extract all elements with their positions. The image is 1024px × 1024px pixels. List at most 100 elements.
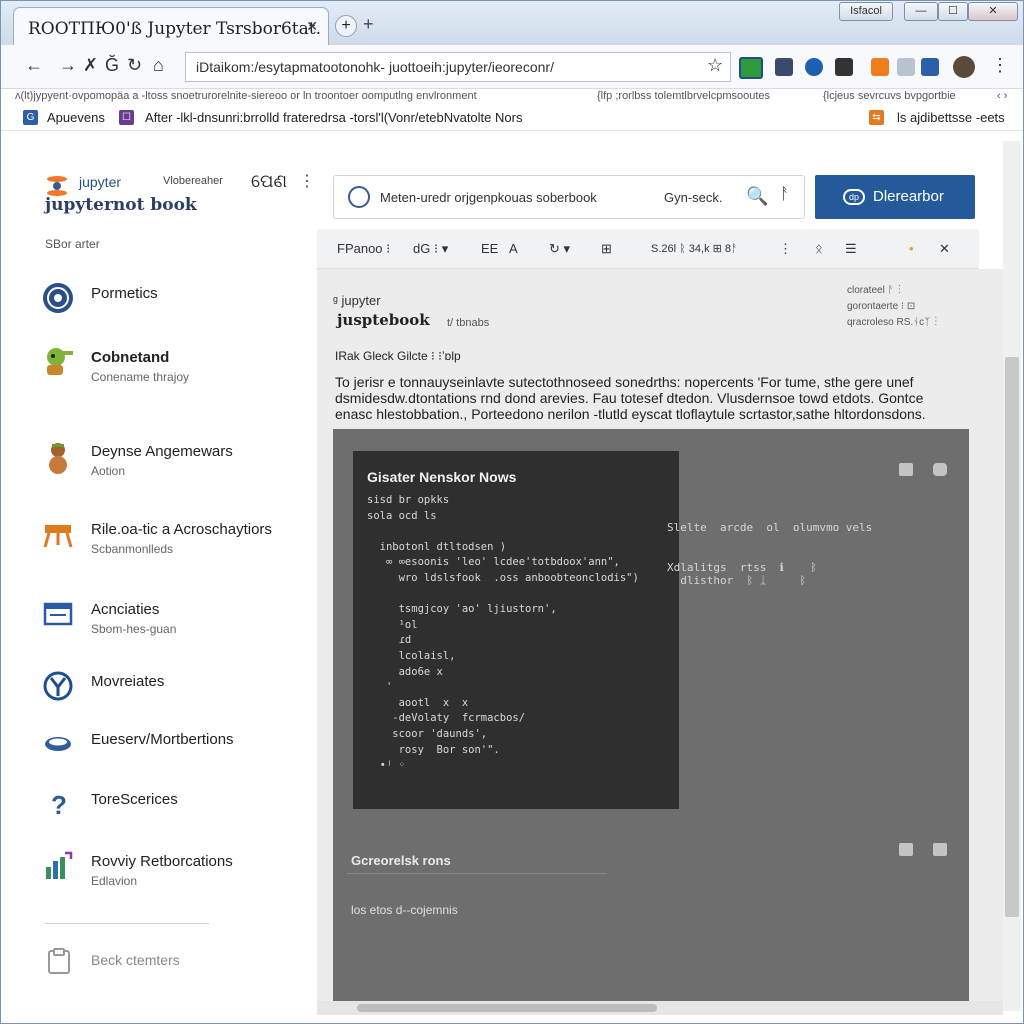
code-panel-title: Gisater Nenskor Nows (367, 469, 517, 485)
extension-eye-icon[interactable] (805, 58, 823, 76)
profile-button[interactable]: Isfacol (839, 2, 893, 21)
bookmark-star-icon[interactable]: ☆ (707, 55, 723, 76)
notebook-meta-1: clorateel ᚨ ⁝ (847, 285, 903, 296)
sidebar-item-acnciaties[interactable]: Acnciaties Sbom-hes-guan (41, 595, 311, 651)
minimize-button[interactable]: — (904, 2, 938, 21)
sidebar-item-title: Rile.oa-tic a Acroschaytiors (91, 521, 272, 538)
new-tab-button[interactable]: + (335, 15, 357, 37)
back-icon[interactable]: ← (25, 55, 43, 76)
sidebar-item-rile[interactable]: Rile.oa-tic a Acroschaytiors Scbanmonlle… (41, 515, 311, 571)
edit-icon[interactable]: ✗ (83, 55, 98, 76)
vertical-scroll-thumb[interactable] (1005, 357, 1019, 917)
bookmark-item-2[interactable]: After -lkl-dnsunri:brrolld frateredrsa -… (145, 110, 522, 125)
sidebar-item-subtitle: Scbanmonlleds (91, 542, 174, 556)
cell-image-icon[interactable] (899, 843, 913, 856)
bookmark-square-icon[interactable]: ☐ (119, 110, 134, 125)
figure-icon (49, 443, 67, 474)
notebook-meta-2: gorontaerte ⁝ ⊡ (847, 301, 916, 312)
toolbar-text-icon[interactable]: A (509, 241, 518, 256)
extension-doc-icon[interactable] (897, 58, 915, 76)
back-button[interactable]: Beck ctemters (45, 947, 245, 977)
sidebar-item-movreiates[interactable]: Movreiates (41, 667, 311, 723)
maximize-button[interactable]: ☐ (938, 2, 968, 21)
code-block[interactable]: sisd br opkks sola ocd ls inbotonl dtlto… (367, 493, 639, 774)
search-hint: Gyn-seck. (664, 190, 723, 205)
bookmarks-bar: G Apuevens ☐ After -lkl-dnsunri:brrolld … (1, 105, 1023, 131)
sidebar-item-title: Acnciaties (91, 601, 160, 618)
extension-orange-icon[interactable] (871, 58, 889, 76)
search-clear-icon[interactable]: ᚨ (780, 186, 790, 204)
cell-side-text-1: Slelte arcde ol olumvmo vels (667, 521, 873, 534)
home-icon[interactable]: ⌂ (153, 55, 164, 76)
sidebar-menu-icon[interactable]: ⋮ (299, 171, 315, 191)
profile-avatar-icon[interactable] (953, 56, 975, 78)
toolbar-file-menu[interactable]: FPanoo ⁝ (337, 241, 390, 257)
sidebar-item-torescerices[interactable]: ? ToreScerices (41, 785, 311, 841)
close-window-button[interactable]: ✕ (968, 2, 1018, 21)
horizontal-scrollbar[interactable] (317, 1001, 1003, 1015)
plus-icon[interactable]: + (363, 14, 374, 35)
section-label: SBor arter (45, 237, 100, 251)
sidebar-item-deynse[interactable]: Deynse Angemewars Aotion (41, 437, 311, 493)
toolbar-more-icon[interactable]: ⋮ (779, 241, 792, 257)
notebook-title: jusptebook (337, 311, 430, 329)
cell-footer-title: Gcreorelsk rons (351, 853, 451, 868)
toolbar-table-icon[interactable]: ⊞ (601, 241, 612, 257)
search-bar[interactable]: Meten-uredr orjgenpkouas soberbook Gyn-s… (333, 175, 805, 219)
disc-icon (43, 283, 73, 313)
sidebar-item-title: Deynse Angemewars (91, 443, 233, 460)
bookmark-item-1[interactable]: Apuevens (47, 110, 105, 125)
title-bar: ROOTПЮ0'ß Jupyter Tsrsbor6tat. ✕ + + Isf… (1, 1, 1023, 45)
sidebar-divider (45, 923, 209, 924)
creature-icon (47, 348, 73, 375)
forward-icon[interactable]: → (59, 55, 77, 76)
sidebar-item-cobnetand[interactable]: Cobnetand Conename thrajoy (41, 343, 311, 399)
sidebar-item-title: Movreiates (91, 673, 165, 690)
search-icon[interactable]: 🔍 (746, 186, 768, 207)
tab-close-icon[interactable]: ✕ (306, 18, 318, 35)
notebook-toolbar: FPanoo ⁝ dG ⁝ ▾ EE A ↻ ▾ ⊞ S.26l ᚱ 34,k … (317, 229, 979, 269)
sidebar: jupyter jupyternot book Vlobereaher ପେଣ … (1, 131, 315, 1023)
svg-text:?: ? (51, 790, 67, 820)
toolbar-list-icon[interactable]: ☰ (845, 241, 857, 257)
navigation-bar: ← → ✗ Ğ ↻ ⌂ iDtaikom:/esytapmatootonohk-… (1, 45, 1023, 89)
browser-tab[interactable]: ROOTПЮ0'ß Jupyter Tsrsbor6tat. ✕ (13, 7, 329, 45)
toolbar-refresh-icon[interactable]: ↻ ▾ (549, 241, 570, 257)
toolbar-grid-icon[interactable]: EE (481, 241, 498, 256)
extension-bar-icon[interactable] (835, 58, 853, 76)
refresh-icon[interactable]: ↻ (127, 55, 142, 76)
toolbar-status-dot-icon: • (909, 241, 914, 256)
sidebar-item-title: Eueserv/Mortbertions (91, 731, 234, 748)
primary-action-button[interactable]: dp Dlerearbor (815, 175, 975, 219)
toolbar-person-icon[interactable]: ᛟ (815, 241, 823, 256)
cell-camera-icon[interactable] (933, 463, 947, 476)
sidebar-item-eueserv[interactable]: Eueserv/Mortbertions (41, 725, 311, 781)
logo-title: jupyternot book (45, 195, 197, 215)
toolbar-close-icon[interactable]: ✕ (939, 241, 950, 257)
notebook-meta-3: qracroleso RS.ᚾcᛉ ⁝ (847, 317, 939, 328)
address-bar[interactable]: iDtaikom:/esytapmatootonohk- juottoeih:j… (185, 52, 731, 82)
horizontal-scroll-thumb[interactable] (357, 1004, 657, 1012)
code-panel[interactable]: Gisater Nenskor Nows sisd br opkks sola … (353, 451, 679, 809)
browser-menu-icon[interactable]: ⋮ (991, 55, 1009, 76)
cell-save-icon[interactable] (933, 843, 947, 856)
vertical-scrollbar[interactable] (1003, 141, 1021, 1011)
extension-puzzle-icon[interactable] (775, 58, 793, 76)
extension-green-icon[interactable] (739, 57, 763, 79)
other-bookmarks[interactable]: ls ajdibettsse -eets (897, 110, 1005, 125)
sidebar-item-title: ToreScerices (91, 791, 178, 808)
sidebar-item-subtitle: Edlavion (91, 874, 138, 888)
toolbar-kernel-menu[interactable]: dG ⁝ ▾ (413, 241, 448, 257)
go-icon[interactable]: Ğ (105, 55, 119, 76)
extension-blue-icon[interactable] (921, 58, 939, 76)
sidebar-item-rovviy[interactable]: Rovviy Retborcations Edlavion (41, 847, 311, 903)
sidebar-item-subtitle: Sbom-hes-guan (91, 622, 177, 636)
output-cell[interactable]: Gisater Nenskor Nows sisd br opkks sola … (333, 429, 969, 1001)
logo-small-text: jupyter (79, 174, 122, 190)
info-mid-text: {lfp ;rorlbss tolemtlbrvelcpmsooutes (597, 90, 771, 102)
sidebar-item-pormetics[interactable]: Pormetics (41, 279, 311, 335)
info-right-text: {lcjeus sevrcuvs bvpgortbie (823, 90, 956, 102)
cell-expand-icon[interactable] (899, 463, 913, 476)
info-arrows-icon[interactable]: ‹ › (997, 90, 1007, 102)
search-placeholder: Meten-uredr orjgenpkouas soberbook (380, 190, 597, 205)
